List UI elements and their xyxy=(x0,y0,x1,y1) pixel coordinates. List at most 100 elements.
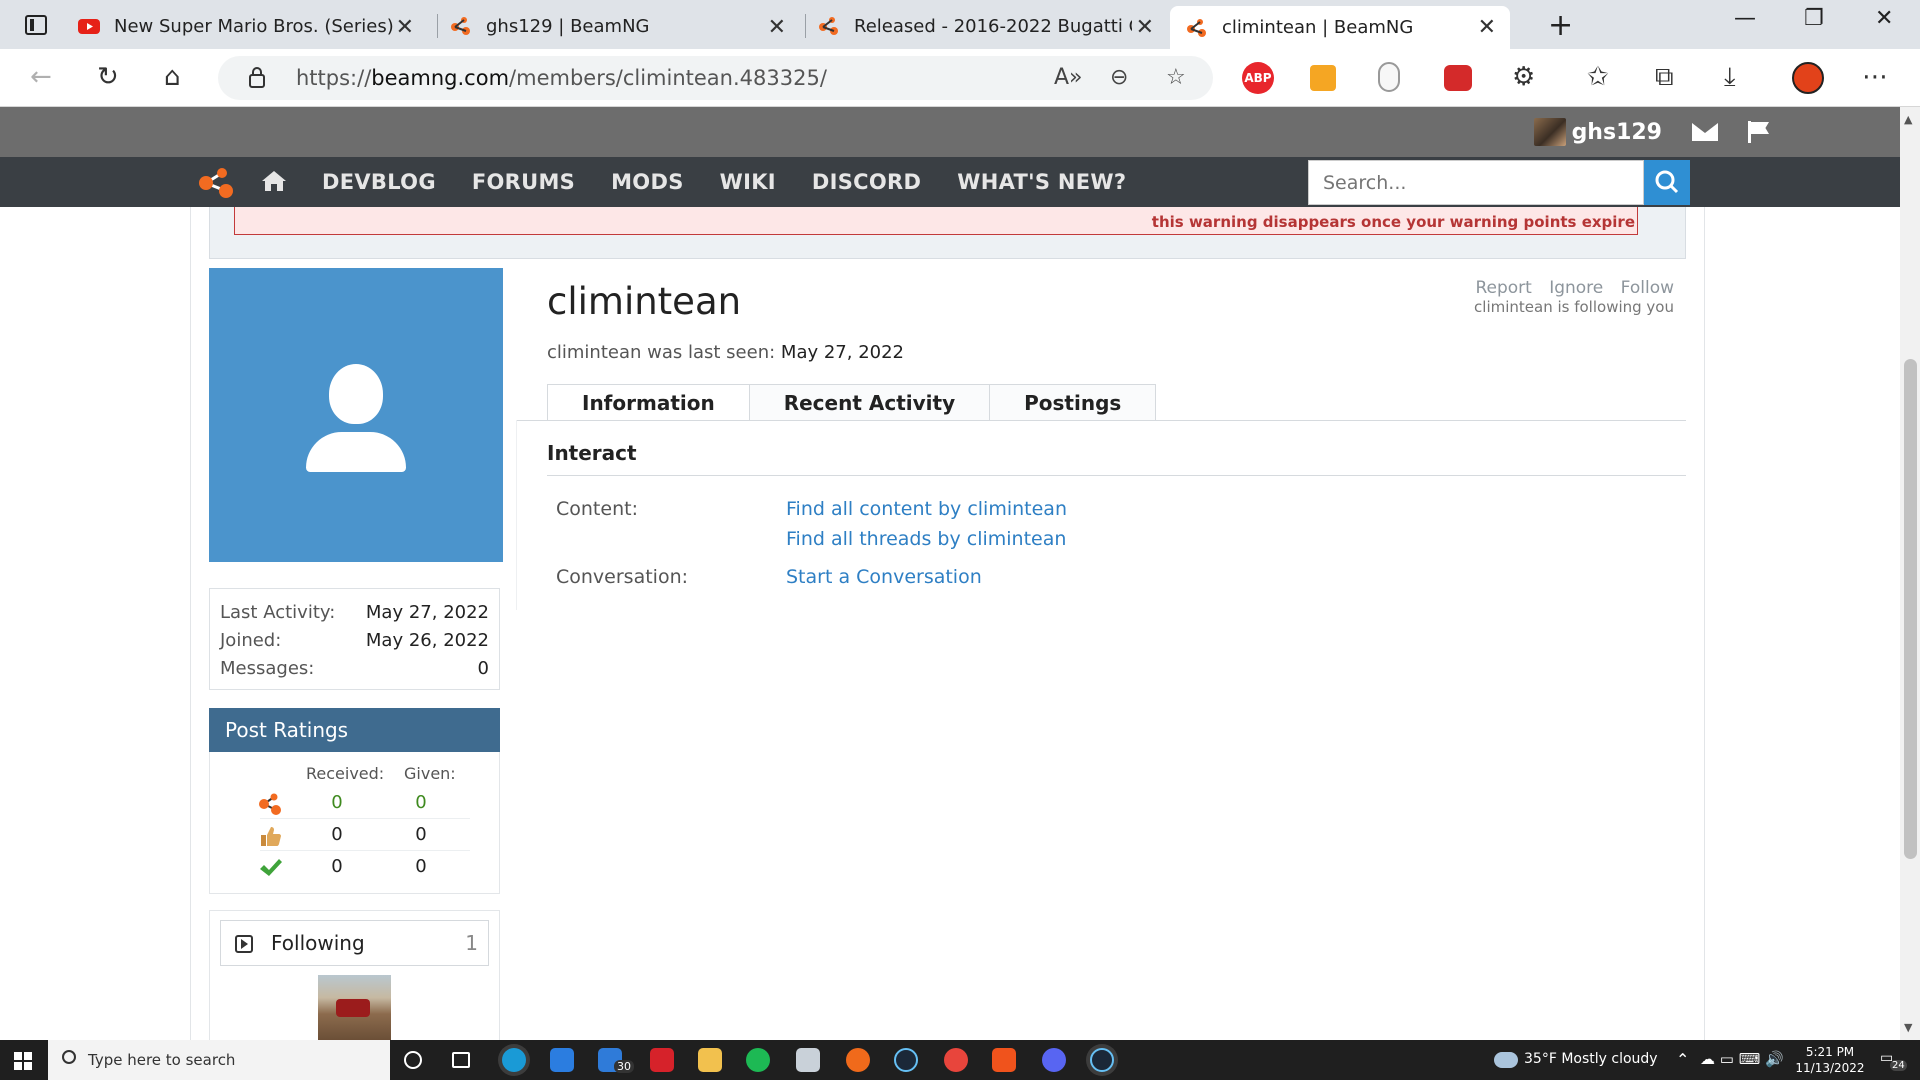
checkmark-icon[interactable] xyxy=(258,856,282,880)
favorites-icon[interactable]: ✩ xyxy=(1587,63,1609,91)
close-tab-icon[interactable]: ✕ xyxy=(768,15,786,40)
windows-taskbar: Type here to search 30 35°F Mostly cloud… xyxy=(0,1040,1920,1080)
nav-devblog[interactable]: DEVBLOG xyxy=(322,157,436,207)
chrome-app-icon[interactable] xyxy=(944,1048,968,1072)
windows-start-icon[interactable] xyxy=(14,1052,32,1070)
add-favorite-icon[interactable]: ☆ xyxy=(1166,65,1186,90)
spotify-app-icon[interactable] xyxy=(746,1048,770,1072)
browser-tab[interactable]: ghs129 | BeamNG ✕ xyxy=(450,6,800,46)
nav-wiki[interactable]: WIKI xyxy=(720,157,776,207)
downloads-icon[interactable]: ⤓ xyxy=(1724,63,1736,91)
zoom-icon[interactable]: ⊖ xyxy=(1110,65,1128,90)
username-link[interactable]: ghs129 xyxy=(1572,120,1662,145)
browser-tab[interactable]: New Super Mario Bros. (Series) | ✕ xyxy=(78,6,428,46)
close-tab-icon[interactable]: ✕ xyxy=(1478,15,1496,40)
tab-actions-icon[interactable] xyxy=(18,11,54,39)
given-header: Given: xyxy=(404,764,456,783)
page-scrollbar[interactable]: ▲ ▼ xyxy=(1900,107,1920,1040)
follow-link[interactable]: Follow xyxy=(1621,278,1674,298)
home-nav-icon[interactable] xyxy=(262,171,286,191)
nav-discord[interactable]: DISCORD xyxy=(812,157,921,207)
given-value[interactable]: 0 xyxy=(406,792,436,813)
nav-whats-new[interactable]: WHAT'S NEW? xyxy=(957,157,1126,207)
taskbar-search[interactable]: Type here to search xyxy=(48,1040,390,1080)
store-app-icon[interactable] xyxy=(550,1048,574,1072)
find-all-content-link[interactable]: Find all content by climintean xyxy=(786,498,1067,520)
scroll-thumb[interactable] xyxy=(1904,359,1917,859)
given-value[interactable]: 0 xyxy=(406,824,436,845)
mail-icon[interactable] xyxy=(1692,123,1718,141)
steam-app-icon[interactable] xyxy=(1090,1048,1114,1072)
received-value[interactable]: 0 xyxy=(322,792,352,813)
more-menu-icon[interactable]: ⋯ xyxy=(1862,63,1888,91)
close-tab-icon[interactable]: ✕ xyxy=(396,15,414,40)
notification-badge: 24 xyxy=(1890,1060,1907,1071)
adobe-app-icon[interactable] xyxy=(650,1048,674,1072)
file-explorer-icon[interactable] xyxy=(698,1048,722,1072)
address-bar[interactable]: https://beamng.com/members/climintean.48… xyxy=(218,56,1213,100)
profile-tabs: Information Recent Activity Postings xyxy=(547,384,1157,421)
edge-app-icon[interactable] xyxy=(502,1048,526,1072)
received-value[interactable]: 0 xyxy=(322,856,352,877)
cortana-icon[interactable] xyxy=(404,1051,422,1069)
search-icon[interactable] xyxy=(1644,160,1690,205)
task-view-icon[interactable] xyxy=(452,1052,470,1068)
adblock-extension-icon[interactable]: ABP xyxy=(1242,62,1274,94)
following-header[interactable]: Following 1 xyxy=(220,920,489,966)
browser-tab[interactable]: Released - 2016-2022 Bugatti Ch ✕ xyxy=(818,6,1168,46)
dislike-extension-icon[interactable] xyxy=(1444,65,1472,91)
steam-app-icon[interactable] xyxy=(894,1048,918,1072)
extension-icon[interactable] xyxy=(1310,65,1336,91)
close-tab-icon[interactable]: ✕ xyxy=(1136,15,1154,40)
url-text[interactable]: https://beamng.com/members/climintean.48… xyxy=(296,66,827,90)
given-value[interactable]: 0 xyxy=(406,856,436,877)
weather-text[interactable]: 35°F Mostly cloudy xyxy=(1524,1051,1658,1067)
new-tab-icon[interactable]: + xyxy=(1548,8,1573,43)
content-label: Content: xyxy=(556,498,638,520)
ignore-link[interactable]: Ignore xyxy=(1549,278,1603,298)
tab-postings[interactable]: Postings xyxy=(989,384,1157,421)
flag-icon[interactable] xyxy=(1748,121,1770,143)
start-conversation-link[interactable]: Start a Conversation xyxy=(786,566,982,588)
minimize-icon[interactable]: — xyxy=(1734,6,1756,31)
find-all-threads-link[interactable]: Find all threads by climintean xyxy=(786,528,1066,550)
followed-member-avatar[interactable] xyxy=(318,975,391,1040)
browser-tab-strip: New Super Mario Bros. (Series) | ✕ ghs12… xyxy=(0,0,1920,49)
tab-recent-activity[interactable]: Recent Activity xyxy=(748,384,991,421)
thumbs-up-icon[interactable] xyxy=(258,824,282,848)
nav-mods[interactable]: MODS xyxy=(611,157,684,207)
scroll-down-icon[interactable]: ▼ xyxy=(1904,1021,1912,1034)
close-window-icon[interactable]: ✕ xyxy=(1875,6,1893,31)
beamng-logo-icon[interactable] xyxy=(198,167,236,199)
nav-forums[interactable]: FORUMS xyxy=(472,157,575,207)
refresh-icon[interactable]: ↻ xyxy=(97,63,119,91)
back-icon[interactable]: ← xyxy=(30,63,52,91)
profile-avatar-icon[interactable] xyxy=(1792,62,1824,94)
received-value[interactable]: 0 xyxy=(322,824,352,845)
read-aloud-icon[interactable]: A» xyxy=(1054,65,1083,90)
home-icon[interactable]: ⌂ xyxy=(164,63,181,91)
tray-chevron-icon[interactable]: ⌃ xyxy=(1676,1050,1689,1069)
app-icon[interactable] xyxy=(796,1048,820,1072)
system-clock[interactable]: 5:21 PM 11/13/2022 xyxy=(1790,1044,1870,1076)
brave-app-icon[interactable] xyxy=(992,1048,1016,1072)
discord-app-icon[interactable] xyxy=(1042,1048,1066,1072)
search-input[interactable] xyxy=(1309,161,1643,204)
post-ratings-header: Post Ratings xyxy=(209,708,500,752)
scroll-up-icon[interactable]: ▲ xyxy=(1904,113,1912,126)
restore-icon[interactable]: ❐ xyxy=(1804,6,1824,31)
extension-icon[interactable] xyxy=(1378,62,1400,92)
tray-icons[interactable]: ☁ ▭ ⌨ 🔊 xyxy=(1700,1050,1784,1068)
firefox-app-icon[interactable] xyxy=(846,1048,870,1072)
site-search-box[interactable] xyxy=(1308,160,1644,205)
browser-tab-active[interactable]: climintean | BeamNG ✕ xyxy=(1170,6,1510,49)
tab-information[interactable]: Information xyxy=(547,384,750,421)
weather-icon[interactable] xyxy=(1494,1052,1518,1068)
user-avatar[interactable] xyxy=(1533,118,1566,146)
collapse-icon[interactable] xyxy=(235,935,253,953)
default-avatar-icon xyxy=(329,364,383,424)
collections-icon[interactable]: ⧉ xyxy=(1655,63,1674,91)
beamng-rating-icon[interactable] xyxy=(258,792,282,816)
extensions-icon[interactable]: ⚙ xyxy=(1512,63,1535,91)
report-link[interactable]: Report xyxy=(1475,278,1531,298)
